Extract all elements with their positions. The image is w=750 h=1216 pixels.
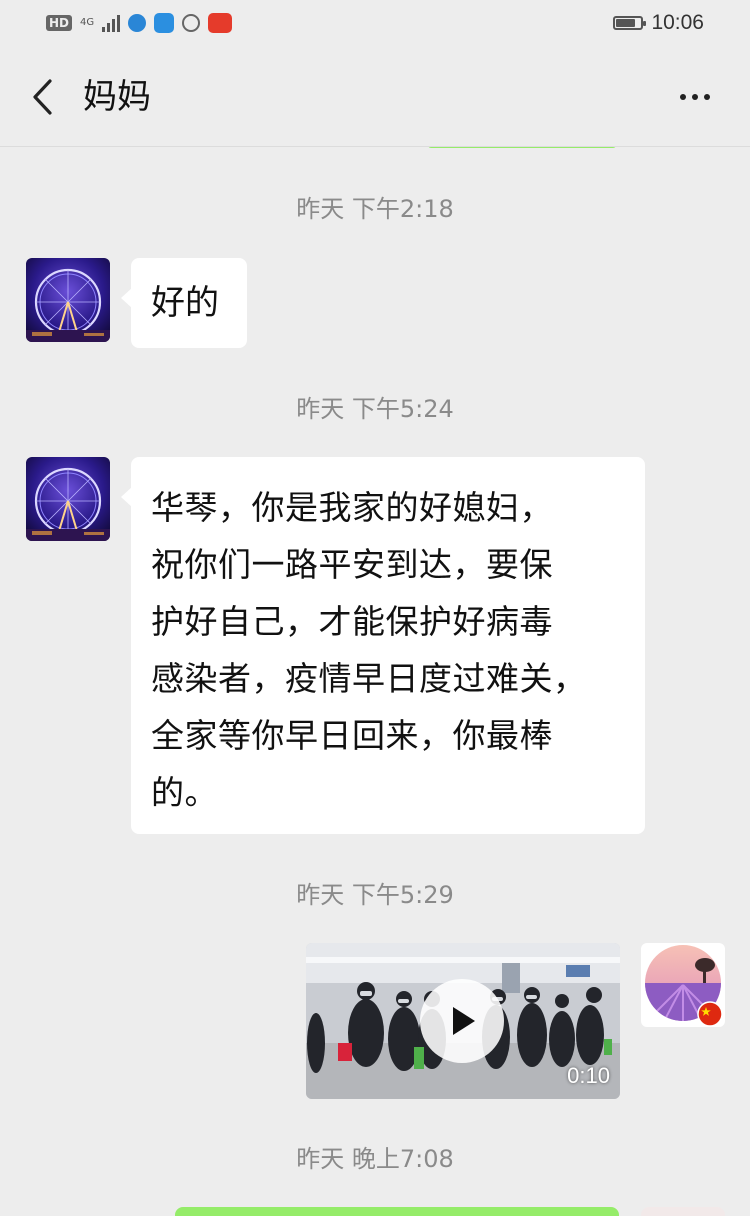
video-message[interactable]: 0:10	[306, 943, 620, 1099]
app-notification-icon	[208, 13, 233, 33]
message-text: 华琴，你是我家的好媳妇， 祝你们一路平安到达，要保 护好自己，才能保护好病毒 感…	[151, 488, 587, 812]
back-button[interactable]	[22, 72, 62, 122]
signal-icon	[102, 14, 121, 32]
more-button[interactable]	[670, 72, 720, 122]
play-button[interactable]	[420, 979, 504, 1063]
chevron-left-icon	[33, 79, 52, 115]
previous-message-bubble[interactable]	[428, 147, 616, 148]
message-bubble[interactable]: 华琴，你是我家的好媳妇， 祝你们一路平安到达，要保 护好自己，才能保护好病毒 感…	[121, 457, 645, 834]
message-list[interactable]: 昨天 下午2:18 好的 昨天 下午5:24 华琴，你是我家的好媳妇， 祝你们一…	[0, 147, 750, 1216]
message-bubble-partial[interactable]	[175, 1207, 619, 1216]
battery-icon	[613, 16, 647, 30]
china-flag-icon	[697, 1001, 723, 1027]
status-bar: HD 4G 10:06	[0, 0, 750, 46]
clock: 10:06	[651, 11, 704, 34]
timestamp: 昨天 下午2:18	[296, 195, 454, 223]
video-duration: 0:10	[567, 1063, 610, 1088]
play-icon	[453, 1007, 475, 1035]
status-left: HD 4G	[46, 10, 233, 36]
contact-avatar[interactable]	[26, 457, 110, 541]
hd-badge: HD	[46, 15, 73, 31]
message-bubble[interactable]: 好的	[121, 258, 247, 348]
app-notification-icon	[128, 14, 147, 32]
self-avatar[interactable]	[641, 943, 725, 1027]
timestamp: 昨天 晚上7:08	[296, 1145, 454, 1173]
self-avatar-partial[interactable]	[641, 1207, 725, 1216]
more-dots-icon	[680, 94, 686, 100]
network-type: 4G	[80, 17, 95, 28]
timestamp: 昨天 下午5:29	[296, 881, 454, 909]
status-right: 10:06	[613, 10, 704, 36]
chat-header: 妈妈	[0, 46, 750, 147]
app-notification-icon	[154, 13, 175, 33]
contact-name: 妈妈	[83, 77, 151, 117]
message-text: 好的	[151, 283, 219, 323]
settings-notification-icon	[182, 14, 201, 32]
timestamp: 昨天 下午5:24	[296, 395, 454, 423]
contact-avatar[interactable]	[26, 258, 110, 342]
